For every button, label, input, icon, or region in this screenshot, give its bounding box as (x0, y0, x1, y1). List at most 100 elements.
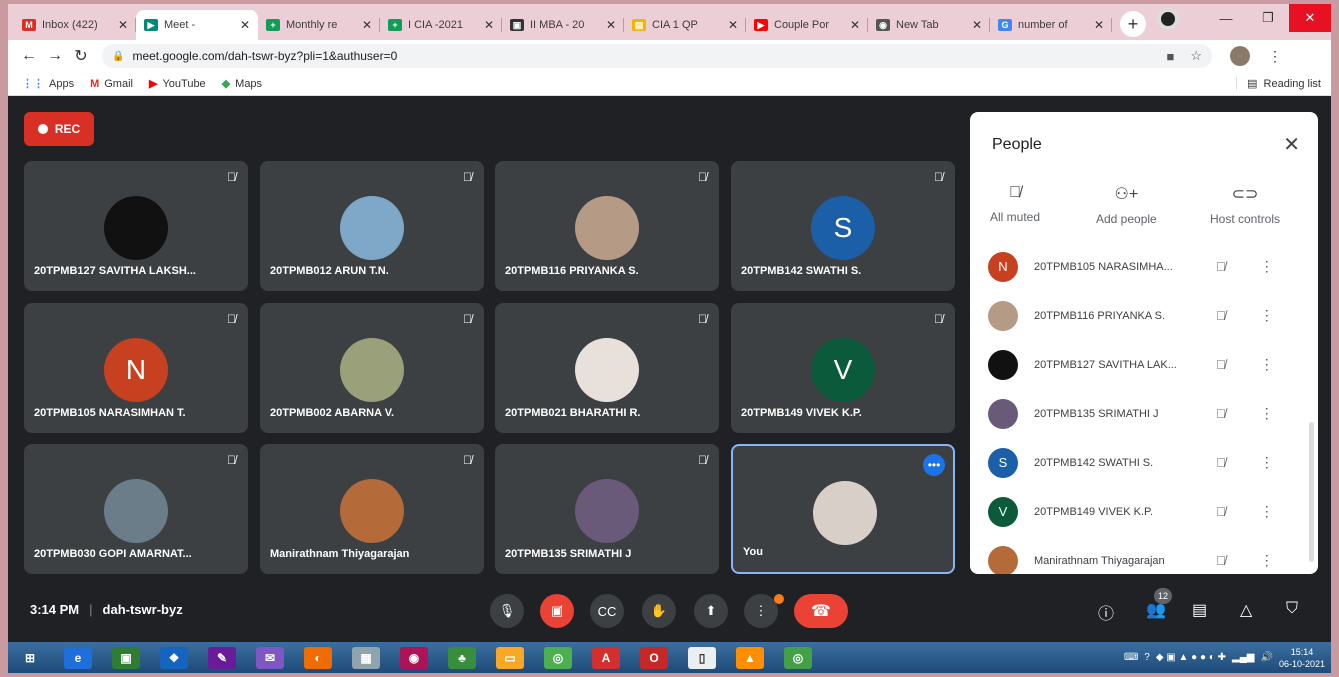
participant-video-tile[interactable]: 🎙̸ V 20TPMB149 VIVEK K.P. (731, 303, 955, 433)
mic-muted-icon[interactable]: 🎙̸ (1216, 504, 1226, 519)
bookmark-gmail[interactable]: M Gmail (90, 78, 133, 90)
calculator-icon[interactable]: ▦ (352, 646, 380, 669)
participant-options-icon[interactable]: ⋮ (1260, 307, 1274, 324)
participant-options-icon[interactable]: ⋮ (1260, 503, 1274, 520)
back-icon[interactable]: ← (16, 47, 42, 65)
acrobat-icon[interactable]: A (592, 646, 620, 669)
menu-icon[interactable]: ⋮ (1268, 48, 1282, 65)
browser-tab[interactable]: ▣ II MBA - 20 ✕ (502, 10, 624, 40)
network-icon[interactable]: ▂▄▆ (1232, 652, 1254, 663)
tile-options-icon[interactable]: ••• (923, 454, 945, 476)
bookmark-apps[interactable]: ⋮⋮ Apps (22, 77, 74, 91)
close-window-button[interactable]: ✕ (1289, 4, 1331, 32)
start-icon[interactable]: ⊞ (16, 647, 44, 669)
tab-close-icon[interactable]: ✕ (118, 18, 128, 32)
more-options-button[interactable]: ⋮ (744, 594, 778, 628)
file-explorer-icon[interactable]: ▭ (496, 646, 524, 669)
participant-video-tile[interactable]: 🎙̸ 20TPMB135 SRIMATHI J (495, 444, 719, 574)
participant-options-icon[interactable]: ⋮ (1260, 552, 1274, 569)
forward-icon[interactable]: → (42, 47, 68, 65)
tab-close-icon[interactable]: ✕ (850, 18, 860, 32)
browser-tab[interactable]: ▶ Couple Por ✕ (746, 10, 868, 40)
new-tab-button[interactable]: + (1120, 11, 1146, 37)
help-icon[interactable]: ? (1144, 652, 1150, 663)
tab-close-icon[interactable]: ✕ (362, 18, 372, 32)
participant-row[interactable]: V 20TPMB149 VIVEK K.P. 🎙̸ ⋮ (970, 487, 1318, 536)
tab-close-icon[interactable]: ✕ (484, 18, 494, 32)
participant-row[interactable]: S 20TPMB142 SWATHI S. 🎙̸ ⋮ (970, 438, 1318, 487)
tab-close-icon[interactable]: ✕ (240, 18, 250, 32)
mic-muted-icon[interactable]: 🎙̸ (1216, 406, 1226, 421)
browser-tab[interactable]: ▤ CIA 1 QP ✕ (624, 10, 746, 40)
camera-app-icon[interactable]: ◉ (400, 646, 428, 669)
mic-muted-icon[interactable]: 🎙̸ (1216, 357, 1226, 372)
mail-icon[interactable]: ✉ (256, 646, 284, 669)
camera-off-button[interactable]: ▣̸ (540, 594, 574, 628)
microphone-button[interactable]: 🎙 (490, 594, 524, 628)
volume-icon[interactable]: 🔊 (1261, 652, 1273, 663)
leave-call-button[interactable]: ☎ (794, 594, 848, 628)
participant-row[interactable]: N 20TPMB105 NARASIMHA... 🎙̸ ⋮ (970, 242, 1318, 291)
bookmark-youtube[interactable]: ▶ YouTube (149, 77, 206, 91)
close-panel-icon[interactable]: ✕ (1283, 132, 1300, 157)
store-icon[interactable]: ▣ (112, 646, 140, 669)
chrome-alt-icon[interactable]: ◎ (784, 646, 812, 669)
mic-muted-icon[interactable]: 🎙̸ (1216, 259, 1226, 274)
browser-tab[interactable]: Gnumber of ✕ (990, 10, 1112, 40)
participant-row[interactable]: Manirathnam Thiyagarajan 🎙̸ ⋮ (970, 536, 1318, 574)
participant-video-tile[interactable]: 🎙̸ 20TPMB116 PRIYANKA S. (495, 161, 719, 291)
bookmark-maps[interactable]: ◆ Maps (222, 77, 262, 91)
participant-row[interactable]: 20TPMB127 SAVITHA LAK... 🎙̸ ⋮ (970, 340, 1318, 389)
account-avatar[interactable] (1230, 46, 1250, 66)
info-icon[interactable]: ⓘ (1098, 600, 1114, 624)
self-video-tile[interactable]: ••• You (731, 444, 955, 574)
browser-tab[interactable]: ◉ New Tab ✕ (868, 10, 990, 40)
panel-scrollbar[interactable] (1309, 422, 1314, 562)
activities-icon[interactable]: △ (1240, 600, 1252, 620)
raise-hand-button[interactable]: ✋ (642, 594, 676, 628)
chat-icon[interactable]: ▤ (1192, 600, 1207, 620)
vlc-icon[interactable]: ▲ (736, 646, 764, 669)
browser-tab[interactable]: M Inbox (422) ✕ (14, 10, 136, 40)
tray-icons[interactable]: ◆ ▣ ▲ ● ● ◐ ✚ (1156, 652, 1226, 663)
tab-close-icon[interactable]: ✕ (1094, 18, 1104, 32)
tab-close-icon[interactable]: ✕ (972, 18, 982, 32)
browser-tab[interactable]: ▶ Meet - ✕ (136, 10, 258, 40)
participant-options-icon[interactable]: ⋮ (1260, 405, 1274, 422)
network-app-icon[interactable]: ♣ (448, 646, 476, 669)
participant-video-tile[interactable]: 🎙̸ Manirathnam Thiyagarajan (260, 444, 484, 574)
paint-icon[interactable]: ✎ (208, 646, 236, 669)
participant-video-tile[interactable]: 🎙̸ 20TPMB021 BHARATHI R. (495, 303, 719, 433)
mic-muted-icon[interactable]: 🎙̸ (1216, 455, 1226, 470)
minimize-button[interactable]: — (1205, 4, 1247, 32)
tab-close-icon[interactable]: ✕ (728, 18, 738, 32)
participant-options-icon[interactable]: ⋮ (1260, 258, 1274, 275)
opera-icon[interactable]: O (640, 646, 668, 669)
participant-video-tile[interactable]: 🎙̸ N 20TPMB105 NARASIMHAN T. (24, 303, 248, 433)
participant-row[interactable]: 20TPMB135 SRIMATHI J 🎙̸ ⋮ (970, 389, 1318, 438)
internet-explorer-icon[interactable]: e (64, 646, 92, 669)
bookmark-star-icon[interactable]: ☆ (1190, 48, 1202, 64)
mic-muted-icon[interactable]: 🎙̸ (1216, 553, 1226, 568)
recording-indicator[interactable]: REC (24, 112, 94, 146)
firefox-icon[interactable]: ◐ (304, 646, 332, 669)
mic-muted-icon[interactable]: 🎙̸ (1216, 308, 1226, 323)
taskbar-clock[interactable]: 15:14 06-10-2021 (1279, 646, 1325, 670)
participant-video-tile[interactable]: 🎙̸ 20TPMB030 GOPI AMARNAT... (24, 444, 248, 574)
present-button[interactable]: ⬆ (694, 594, 728, 628)
keyboard-icon[interactable]: ⌨ (1124, 652, 1138, 663)
reading-list[interactable]: ▤ Reading list (1236, 77, 1321, 90)
address-bar[interactable]: 🔒 meet.google.com/dah-tswr-byz?pli=1&aut… (102, 44, 1212, 68)
host-controls-icon[interactable]: ⛉ (1286, 600, 1298, 618)
participant-options-icon[interactable]: ⋮ (1260, 454, 1274, 471)
browser-tab[interactable]: + I CIA -2021 ✕ (380, 10, 502, 40)
camera-indicator-icon[interactable]: ■ (1166, 49, 1174, 64)
captions-button[interactable]: CC (590, 594, 624, 628)
notepad-icon[interactable]: ▯ (688, 646, 716, 669)
participant-options-icon[interactable]: ⋮ (1260, 356, 1274, 373)
profile-icon[interactable] (1157, 8, 1179, 30)
add-people-button[interactable]: ⚇+ Add people (1096, 184, 1157, 226)
host-controls-button[interactable]: ⊂⊃ Host controls (1210, 184, 1280, 226)
participant-row[interactable]: 20TPMB116 PRIYANKA S. 🎙̸ ⋮ (970, 291, 1318, 340)
participant-video-tile[interactable]: 🎙̸ S 20TPMB142 SWATHI S. (731, 161, 955, 291)
